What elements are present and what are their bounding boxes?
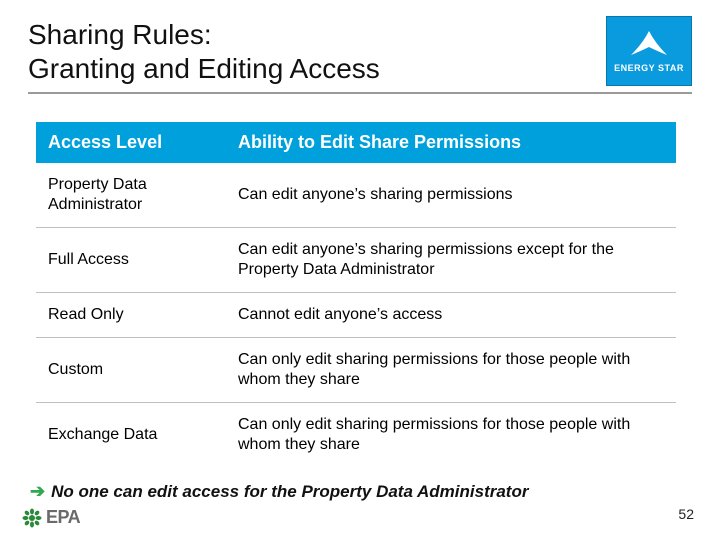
cell-ability: Can edit anyone’s sharing permissions <box>226 163 676 228</box>
epa-logo: EPA <box>22 507 80 528</box>
table-row: Full Access Can edit anyone’s sharing pe… <box>36 228 676 293</box>
access-rules-table: Access Level Ability to Edit Share Permi… <box>36 122 676 467</box>
cell-ability: Can edit anyone’s sharing permissions ex… <box>226 228 676 293</box>
page-number: 52 <box>678 506 694 522</box>
cell-ability: Cannot edit anyone’s access <box>226 293 676 338</box>
table-header-row: Access Level Ability to Edit Share Permi… <box>36 122 676 163</box>
cell-ability: Can only edit sharing permissions for th… <box>226 403 676 468</box>
slide-title: Sharing Rules: Granting and Editing Acce… <box>28 18 380 85</box>
title-line-2: Granting and Editing Access <box>28 53 380 84</box>
cell-access-level: Exchange Data <box>36 403 226 468</box>
title-line-1: Sharing Rules: <box>28 19 212 50</box>
table-row: Exchange Data Can only edit sharing perm… <box>36 403 676 468</box>
col-header-ability: Ability to Edit Share Permissions <box>226 122 676 163</box>
cell-access-level: Property Data Administrator <box>36 163 226 228</box>
cell-access-level: Custom <box>36 338 226 403</box>
table-row: Custom Can only edit sharing permissions… <box>36 338 676 403</box>
table-row: Read Only Cannot edit anyone’s access <box>36 293 676 338</box>
cell-ability: Can only edit sharing permissions for th… <box>226 338 676 403</box>
cell-access-level: Read Only <box>36 293 226 338</box>
energy-star-icon <box>629 29 669 59</box>
table-row: Property Data Administrator Can edit any… <box>36 163 676 228</box>
epa-label: EPA <box>46 507 80 528</box>
cell-access-level: Full Access <box>36 228 226 293</box>
footnote-text: No one can edit access for the Property … <box>51 482 528 502</box>
slide-header: Sharing Rules: Granting and Editing Acce… <box>28 18 692 94</box>
energy-star-logo: ENERGY STAR <box>606 16 692 86</box>
footnote: ➔ No one can edit access for the Propert… <box>30 481 692 502</box>
energy-star-label: ENERGY STAR <box>614 63 684 73</box>
col-header-access-level: Access Level <box>36 122 226 163</box>
arrow-right-icon: ➔ <box>30 481 45 502</box>
epa-flower-icon <box>22 508 42 528</box>
